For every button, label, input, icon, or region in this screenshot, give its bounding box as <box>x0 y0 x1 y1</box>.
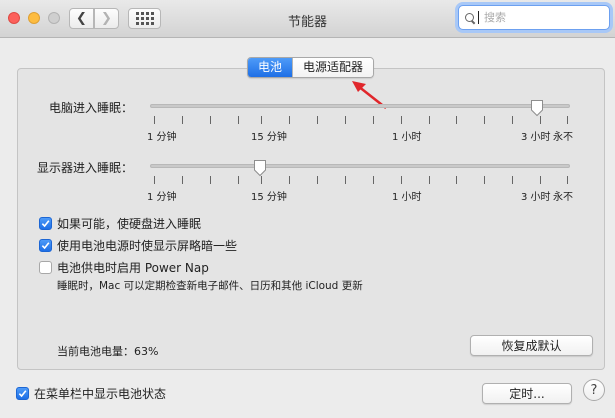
title-bar: ❮ ❯ 节能器 <box>0 0 615 38</box>
hard-disk-sleep-checkbox[interactable] <box>39 217 52 230</box>
checkmark-icon <box>41 242 50 250</box>
power-nap-label: 电池供电时启用 Power Nap <box>57 261 209 275</box>
computer-sleep-ticks <box>0 116 615 124</box>
hard-disk-sleep-label: 如果可能，使硬盘进入睡眠 <box>57 217 202 231</box>
schedule-button[interactable]: 定时... <box>482 383 572 404</box>
tick-label: 1 分钟 <box>147 132 177 143</box>
computer-sleep-label: 电脑进入睡眠： <box>49 101 134 115</box>
dim-display-checkbox[interactable] <box>39 239 52 252</box>
display-sleep-label: 显示器进入睡眠： <box>37 161 134 175</box>
tick-label: 1 分钟 <box>147 192 177 203</box>
tab-battery[interactable]: 电池 <box>248 58 293 77</box>
help-icon: ? <box>590 382 598 398</box>
display-sleep-ticks <box>0 176 615 184</box>
tick-label: 1 小时 <box>392 132 422 143</box>
text-cursor <box>478 11 479 24</box>
tick-label: 15 分钟 <box>251 132 287 143</box>
hard-disk-sleep-option[interactable]: 如果可能，使硬盘进入睡眠 <box>39 215 201 232</box>
tick-label: 15 分钟 <box>251 192 287 203</box>
checkmark-icon <box>18 390 27 398</box>
show-battery-in-menubar-option[interactable]: 在菜单栏中显示电池状态 <box>16 385 166 402</box>
power-nap-checkbox[interactable] <box>39 261 52 274</box>
tab-switcher: 电池 电源适配器 <box>247 57 375 78</box>
show-battery-in-menubar-label: 在菜单栏中显示电池状态 <box>34 387 167 401</box>
tick-label: 永不 <box>553 132 573 143</box>
display-sleep-slider-thumb[interactable] <box>253 159 267 177</box>
dim-display-option[interactable]: 使用电池电源时使显示屏略暗一些 <box>39 237 237 254</box>
checkmark-icon <box>41 220 50 228</box>
power-nap-option[interactable]: 电池供电时启用 Power Nap <box>39 259 209 276</box>
search-icon <box>465 12 475 23</box>
power-nap-description: 睡眠时，Mac 可以定期检查新电子邮件、日历和其他 iCloud 更新 <box>57 280 363 292</box>
show-battery-in-menubar-checkbox[interactable] <box>16 387 29 400</box>
dim-display-label: 使用电池电源时使显示屏略暗一些 <box>57 239 238 253</box>
restore-defaults-button[interactable]: 恢复成默认 <box>470 335 593 356</box>
search-input[interactable] <box>484 11 604 24</box>
tick-label: 永不 <box>553 192 573 203</box>
tab-power-adapter[interactable]: 电源适配器 <box>292 58 374 77</box>
help-button[interactable]: ? <box>583 379 605 401</box>
tick-label: 3 小时 <box>521 192 551 203</box>
tick-label: 1 小时 <box>392 192 422 203</box>
tick-label: 3 小时 <box>521 132 551 143</box>
computer-sleep-slider-track[interactable] <box>150 104 570 108</box>
display-sleep-slider-track[interactable] <box>150 164 570 168</box>
computer-sleep-slider-thumb[interactable] <box>530 99 544 117</box>
battery-level-text: 当前电池电量：63% <box>57 345 159 358</box>
search-field[interactable] <box>458 5 610 30</box>
